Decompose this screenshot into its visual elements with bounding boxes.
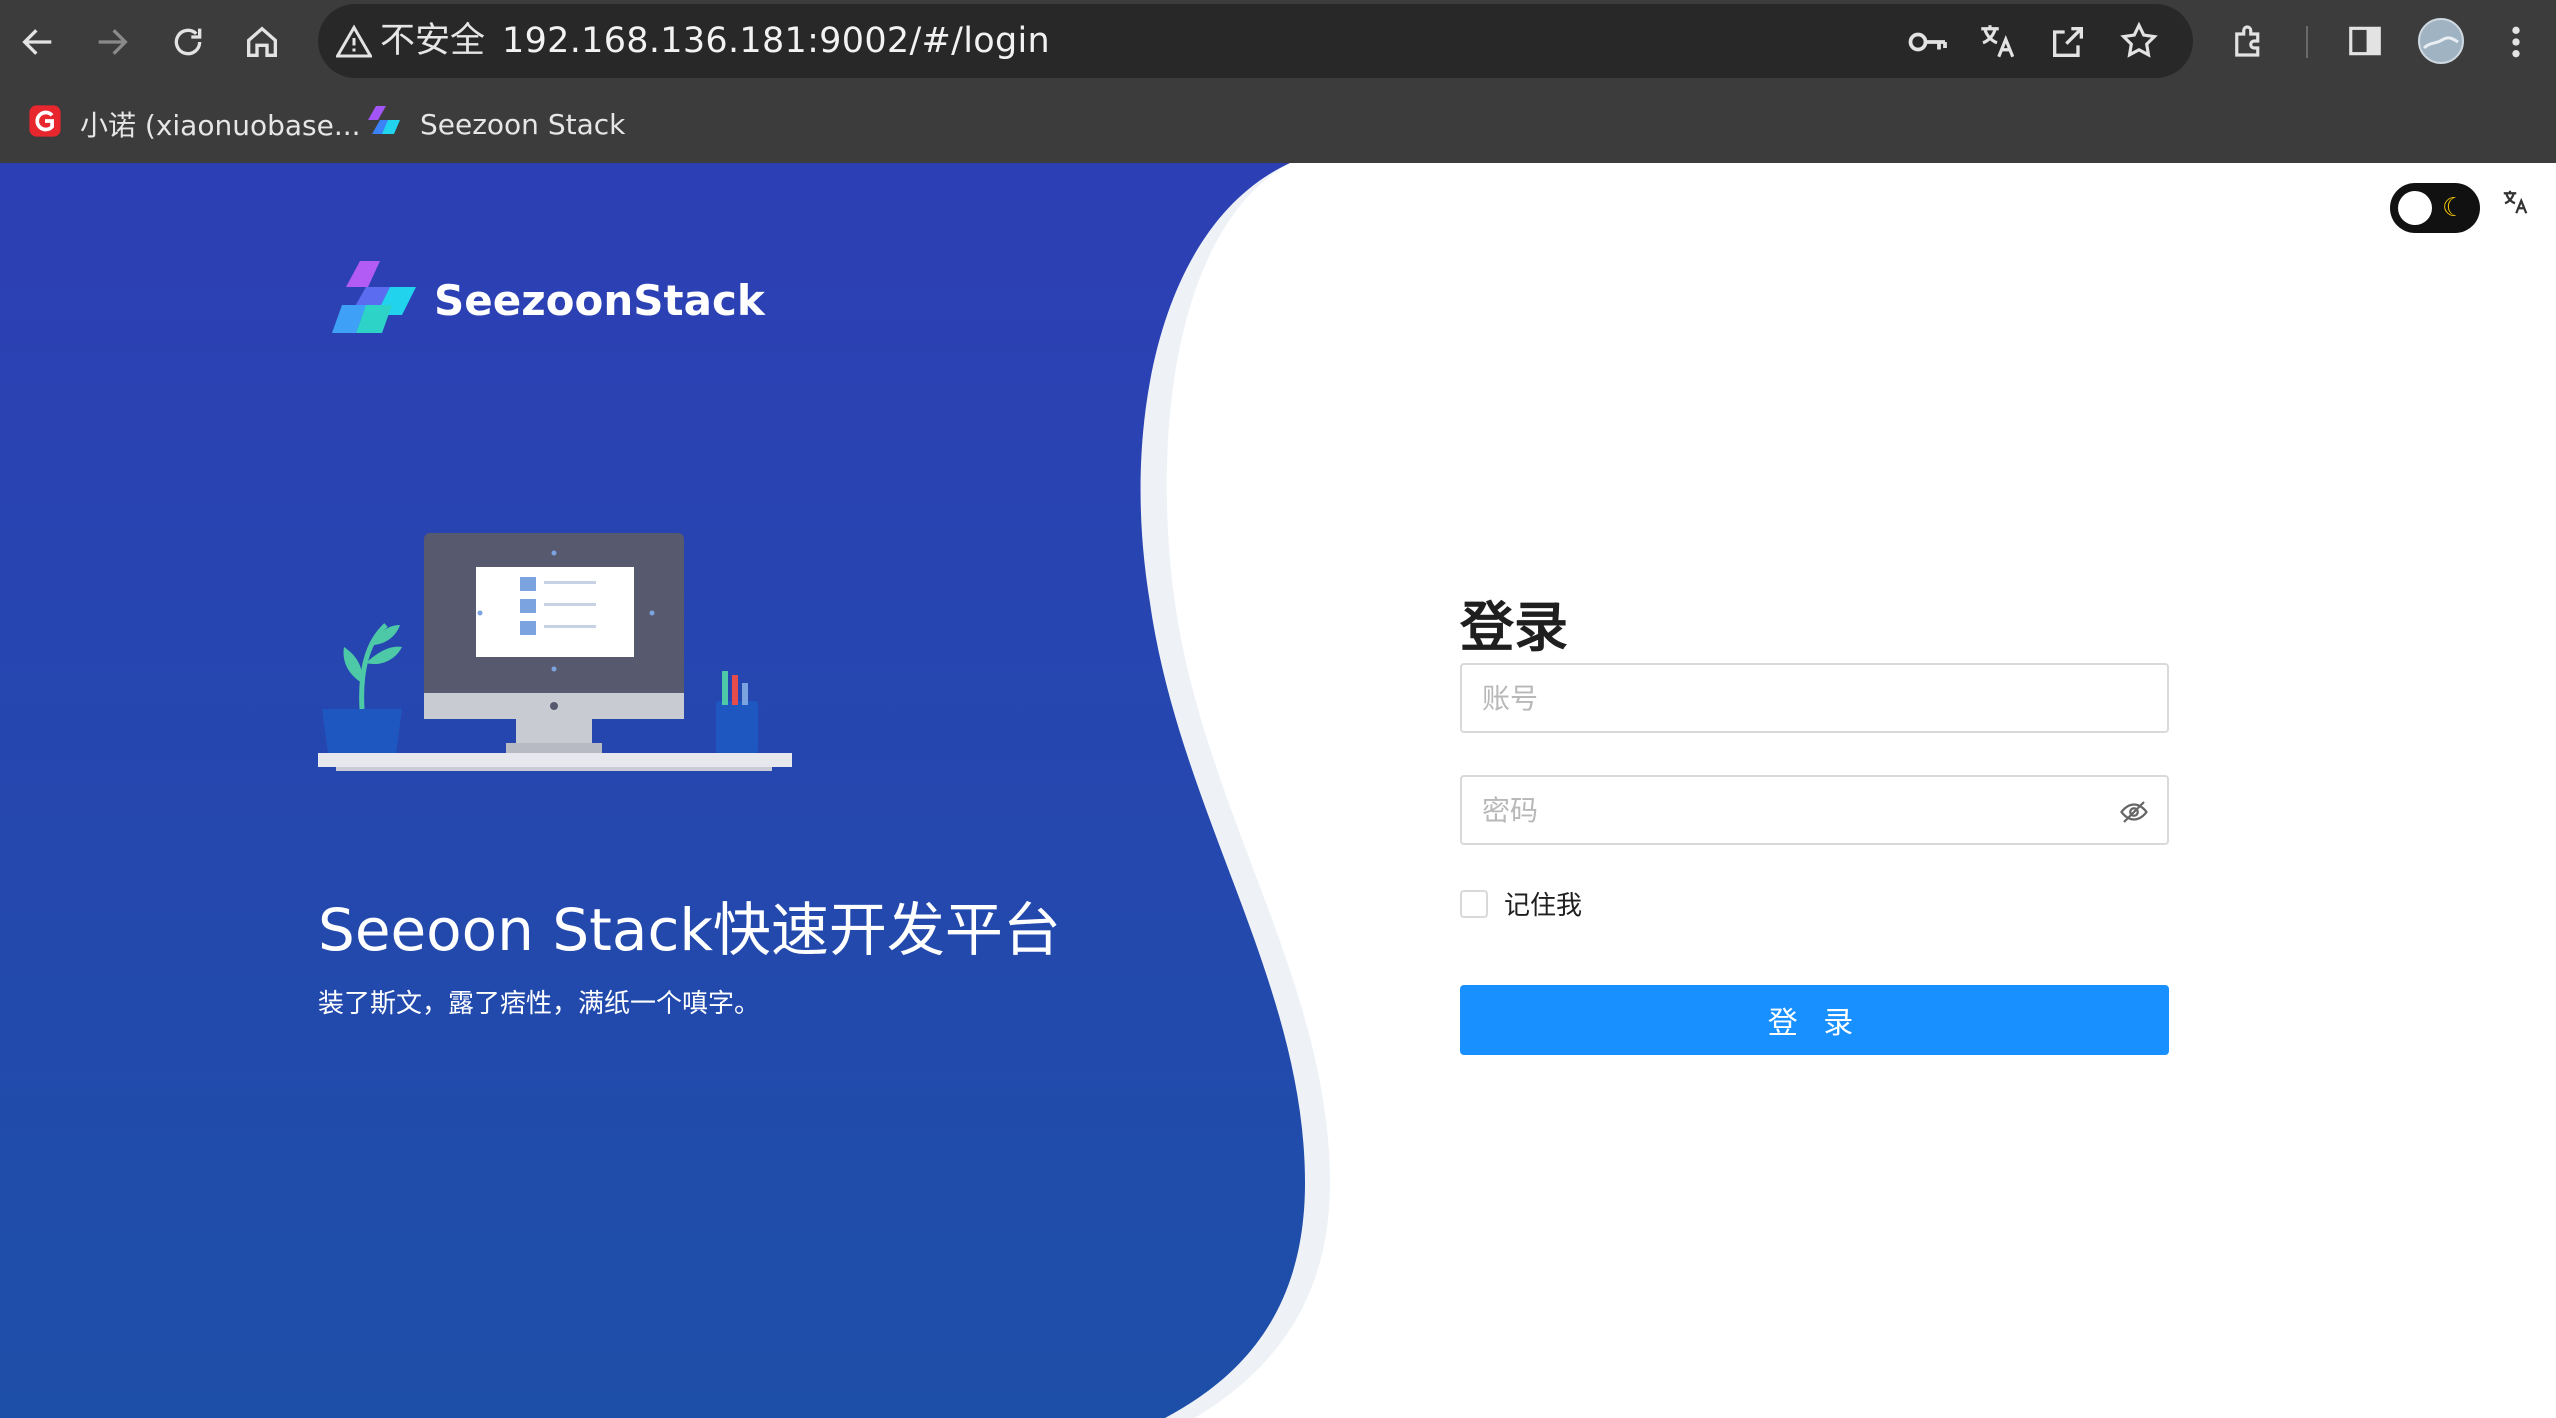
back-icon[interactable] [18, 22, 58, 62]
extensions-icon[interactable] [2228, 20, 2270, 62]
bookmark-star-icon[interactable] [2118, 20, 2160, 62]
brand-name: SeezoonStack [434, 275, 765, 325]
seezoon-logo-icon [332, 261, 418, 339]
bookmark-label: 小诺 (xiaonuobase... [80, 109, 361, 142]
bookmark-xiaonuo[interactable]: 小诺 (xiaonuobase... [28, 100, 361, 148]
forward-icon[interactable] [92, 22, 132, 62]
key-icon[interactable] [1906, 22, 1948, 62]
login-button[interactable]: 登 录 [1460, 985, 2169, 1055]
desk-illustration [318, 533, 792, 771]
eye-invisible-icon[interactable] [2119, 797, 2149, 831]
seezoon-logo-icon [366, 104, 402, 145]
hero-subtitle: 装了斯文，露了痞性，满纸一个嗔字。 [318, 989, 761, 1019]
brand: SeezoonStack [332, 261, 765, 339]
security-label[interactable]: 不安全 [380, 18, 485, 64]
account-input[interactable] [1462, 665, 2167, 731]
toggle-knob [2398, 191, 2432, 225]
toolbar-divider [2306, 26, 2308, 58]
bookmark-seezoon[interactable]: Seezoon Stack [366, 100, 625, 148]
password-input[interactable] [1462, 777, 2167, 843]
share-icon[interactable] [2048, 22, 2088, 62]
bookmark-label: Seezoon Stack [420, 107, 626, 141]
remember-label: 记住我 [1504, 891, 1583, 921]
url-text[interactable]: 192.168.136.181:9002/#/login [502, 18, 1050, 64]
theme-toggle[interactable]: ☾ [2390, 183, 2480, 233]
remember-checkbox[interactable] [1460, 889, 1488, 918]
more-menu-icon[interactable] [2500, 22, 2532, 62]
profile-avatar[interactable] [2418, 18, 2464, 64]
side-panel-icon[interactable] [2346, 22, 2384, 60]
login-title: 登录 [1460, 596, 1568, 659]
moon-icon: ☾ [2442, 193, 2466, 223]
warning-icon[interactable] [334, 24, 374, 62]
reload-icon[interactable] [168, 22, 208, 62]
g-logo-icon [28, 104, 62, 145]
login-page: SeezoonStack Seeoon Stack快速开发平台 装了斯文，露了痞… [0, 163, 2556, 1418]
home-icon[interactable] [242, 22, 282, 62]
account-field[interactable] [1460, 663, 2169, 733]
browser-chrome: 不安全 192.168.136.181:9002/#/login 小诺 (xia… [0, 0, 2556, 163]
remember-me[interactable]: 记住我 [1460, 885, 1582, 922]
language-icon[interactable] [2500, 187, 2530, 224]
password-field[interactable] [1460, 775, 2169, 845]
hero-title: Seeoon Stack快速开发平台 [318, 896, 1061, 964]
translate-icon[interactable] [1976, 20, 2018, 62]
